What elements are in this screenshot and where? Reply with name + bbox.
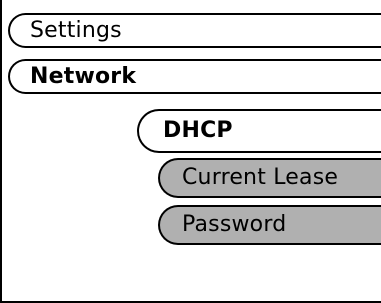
menu-item-current-lease[interactable]: Current Lease — [158, 158, 381, 198]
menu-item-settings-label: Settings — [30, 17, 122, 43]
menu-item-network-label: Network — [30, 63, 137, 89]
menu-item-settings[interactable]: Settings — [8, 13, 381, 48]
menu-item-current-lease-label: Current Lease — [182, 165, 339, 190]
menu-item-network[interactable]: Network — [8, 59, 381, 94]
menu-item-password-label: Password — [182, 212, 287, 237]
menu-item-password[interactable]: Password — [158, 205, 381, 245]
screen-left-border — [0, 0, 2, 303]
device-screen: Settings Network DHCP Current Lease Pass… — [0, 0, 381, 303]
menu-item-dhcp-label: DHCP — [163, 118, 233, 143]
menu-item-dhcp[interactable]: DHCP — [137, 109, 381, 153]
